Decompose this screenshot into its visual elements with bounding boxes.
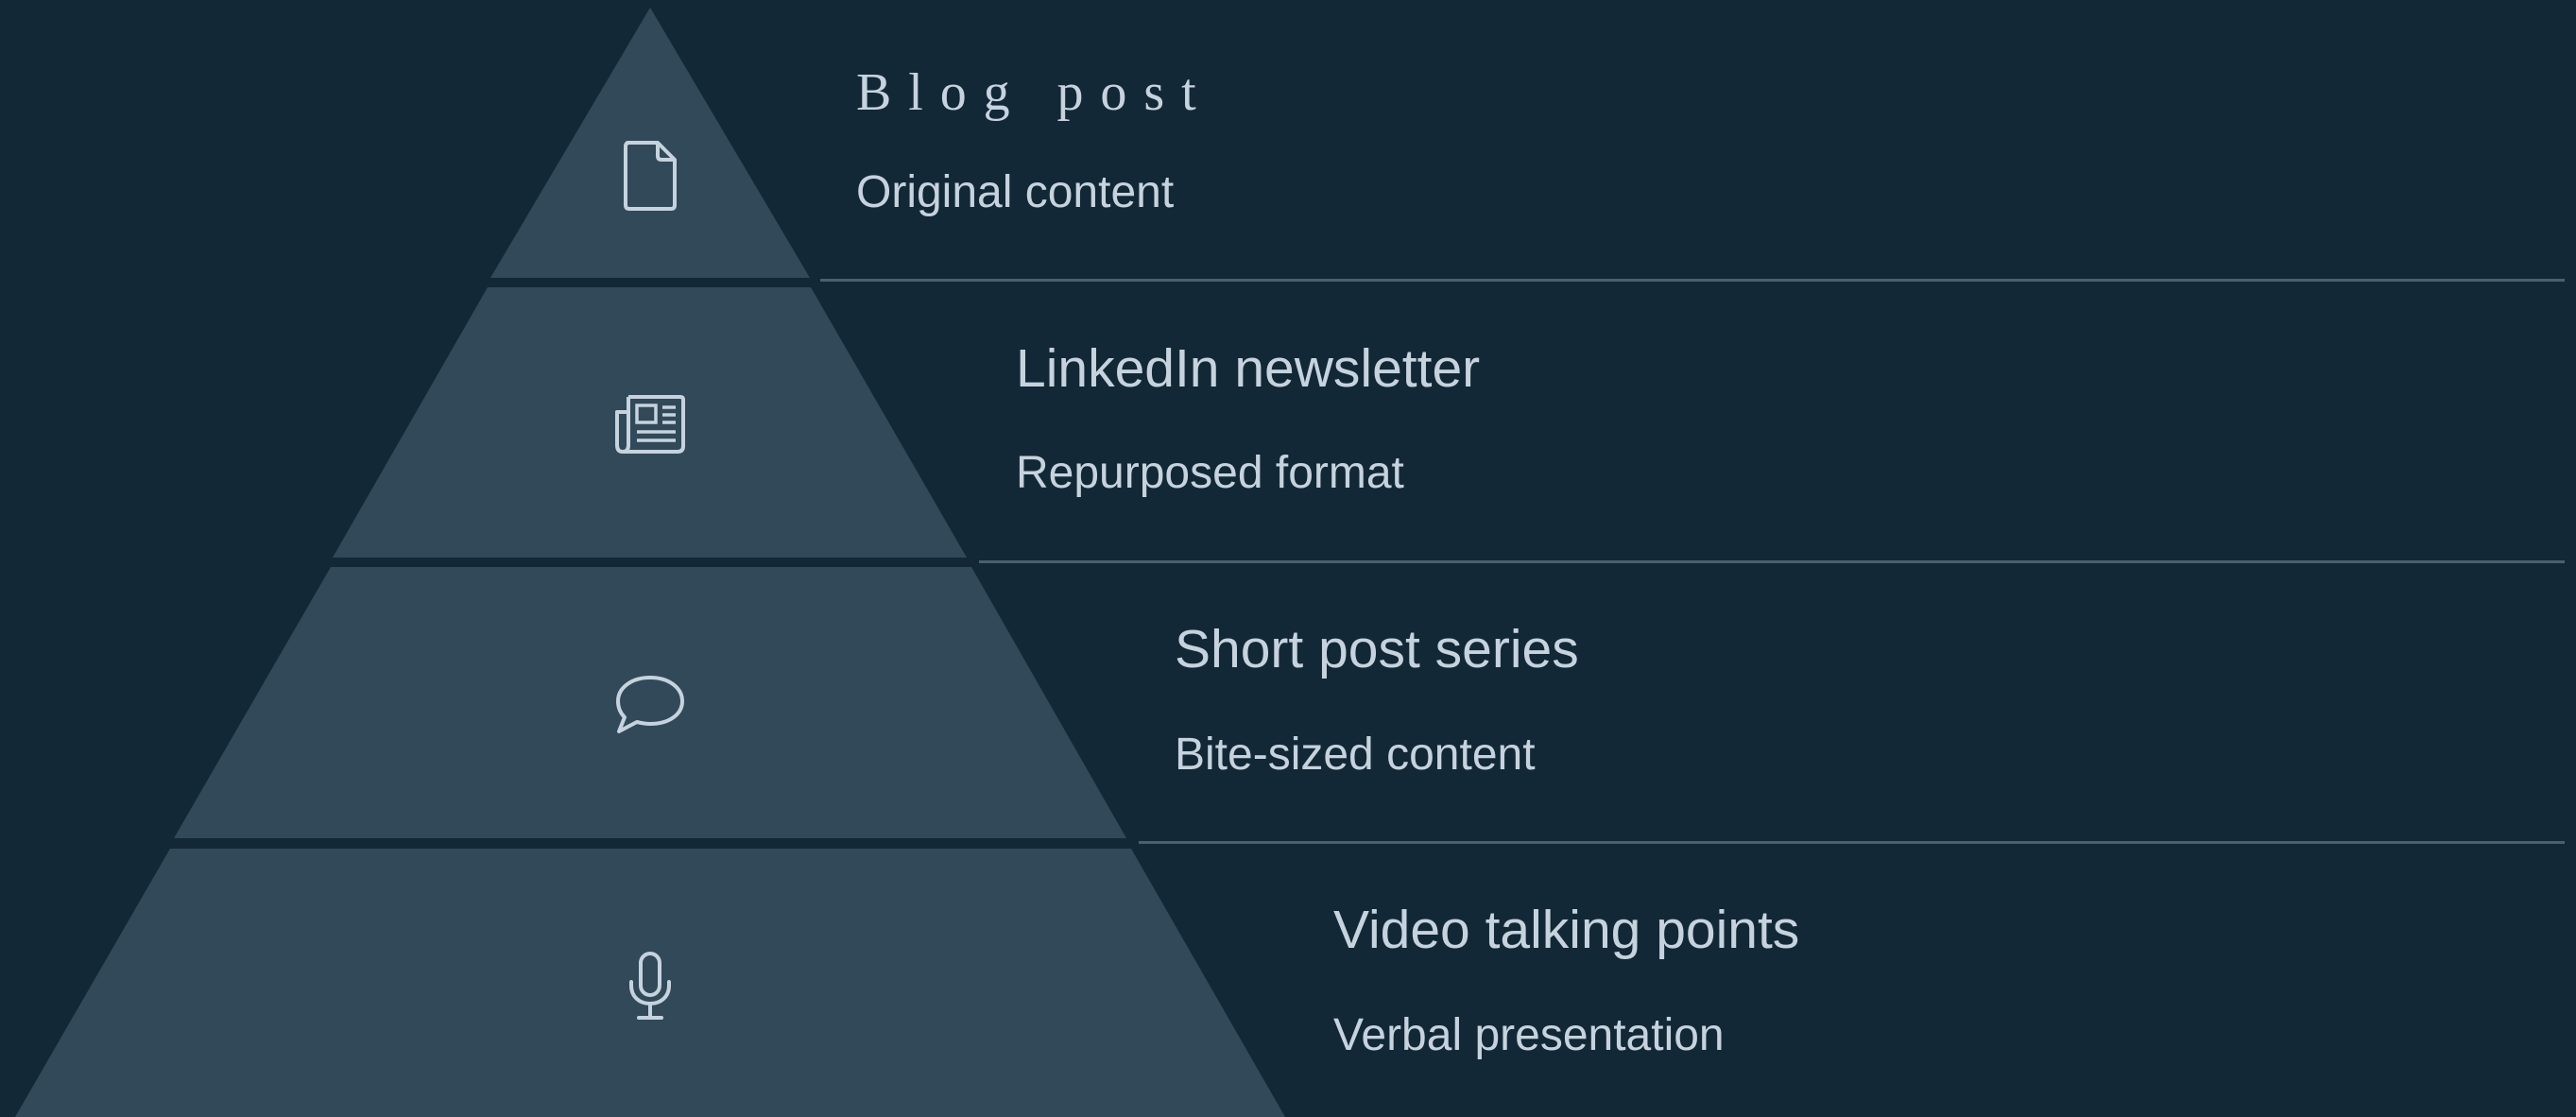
- tier-3-subtitle: Bite-sized content: [1175, 730, 1536, 780]
- document-icon: [624, 141, 677, 211]
- tier-4-title: Video talking points: [1333, 900, 1800, 960]
- tier-2-subtitle: Repurposed format: [1016, 448, 1404, 498]
- tier-1-title: Blog post: [856, 63, 1213, 122]
- tier-1-subtitle: Original content: [856, 167, 1175, 217]
- content-pyramid-diagram: Blog post Original content LinkedIn news…: [0, 0, 2576, 1117]
- tier-4-subtitle: Verbal presentation: [1333, 1010, 1725, 1060]
- speech-bubble-icon: [616, 676, 684, 733]
- tier-3-divider: [1139, 841, 2565, 844]
- microphone-icon: [629, 952, 671, 1020]
- tier-3-title: Short post series: [1175, 619, 1579, 679]
- tier-2-divider: [979, 560, 2565, 563]
- pyramid-shape: [15, 8, 1285, 1117]
- tier-2-title: LinkedIn newsletter: [1016, 338, 1481, 399]
- tier-1-divider: [820, 279, 2565, 282]
- newspaper-icon: [615, 395, 685, 454]
